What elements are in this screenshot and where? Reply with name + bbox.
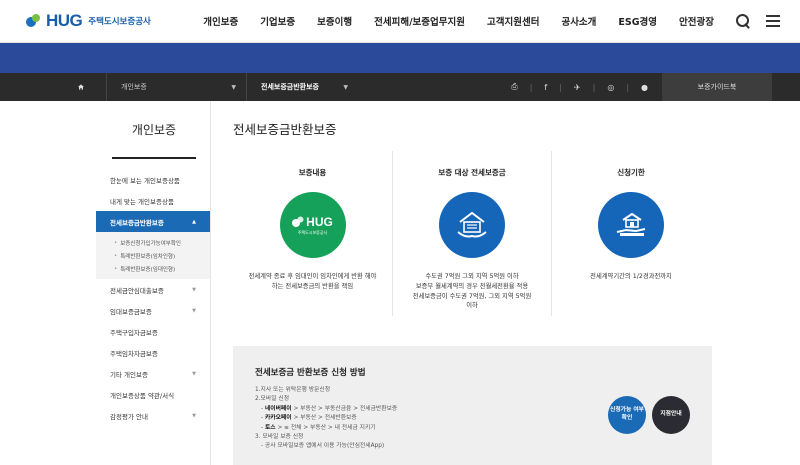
eligibility-check-button[interactable]: 신청가능 여부확인: [608, 396, 646, 434]
gnb-item[interactable]: 공사소개: [561, 14, 596, 28]
side-nav-label: 전세보증금반환보증: [110, 218, 164, 227]
side-nav-item[interactable]: 주택구입자금보증: [96, 321, 210, 342]
side-nav-subitem[interactable]: 특례반환보증(임차인형): [96, 249, 210, 262]
summary-column-desc: 전세계약 종료 후 임대인이 임차인에게 반환 해야 하는 전세보증금의 반환을…: [239, 272, 387, 292]
hug-logo-text: HUG: [306, 214, 333, 229]
side-nav-label: 주택임차자금보증: [110, 349, 158, 358]
desc-line: 수도권 7억원 그외 지역 5억원 이하: [425, 273, 519, 280]
chevron-down-icon: ▼: [192, 370, 196, 377]
top-banner: [0, 43, 800, 73]
step-bold: 네이버페이: [264, 405, 292, 412]
side-nav: 개인보증 한눈에 보는 개인보증상품 내게 맞는 개인보증상품 전세보증금반환보…: [96, 101, 211, 465]
gnb-item[interactable]: 기업보증: [260, 14, 295, 28]
caret-down-icon: ▼: [231, 83, 236, 91]
location-bar: 개인보증 ▼ 전세보증금반환보증 ▼ ⎙ | f | ✈ | ◎ | ● 보증가이드북: [0, 73, 800, 101]
side-nav-subitem[interactable]: 보증신청가입가능여부확인: [96, 236, 210, 249]
summary-column-title: 보증 대상 전세보증금: [438, 168, 506, 177]
instagram-icon[interactable]: ◎: [607, 83, 614, 92]
house-deposit-icon: [439, 192, 505, 258]
home-icon[interactable]: [28, 83, 84, 91]
summary-column-desc: 전세계약기간의 1/2경과전까지: [580, 272, 682, 282]
location-depth1[interactable]: 개인보증 ▼: [106, 73, 246, 101]
gnb-item[interactable]: 안전광장: [679, 14, 714, 28]
application-method-title: 전세보증금 반환보증 신청 방법: [255, 368, 366, 378]
side-nav-label: 전세금안심대출보증: [110, 286, 164, 295]
summary-column-title: 보증내용: [298, 168, 327, 177]
side-nav-item[interactable]: 임대보증금보증 ▼: [96, 300, 210, 321]
side-nav-submenu: 보증신청가입가능여부확인 특례반환보증(임차인형) 특례반환보증(임대인형): [96, 232, 210, 279]
desc-line: 하는 전세보증금의 반환을 책임: [271, 282, 354, 290]
step-line: 1.지사 또는 위탁은행 방문신청: [255, 387, 331, 393]
logo-mark-icon: [26, 14, 42, 28]
summary-column: 신청기한 전세계약기간의 1/2경과전까지: [551, 151, 710, 316]
side-nav-label: 내게 맞는 개인보증상품: [110, 197, 174, 206]
gnb-item[interactable]: 전세피해/보증업무지원: [374, 14, 465, 28]
desc-line: 보증부 월세계약의 경우 전월세전환율 적용: [415, 282, 529, 290]
hug-logo-icon: HUG 주택도시보증공사: [279, 192, 346, 258]
side-nav-item[interactable]: 기타 개인보증 ▼: [96, 363, 210, 384]
desc-line: 전세보증금이 수도권 7억원, 그외 지역 5억원: [412, 292, 532, 300]
facebook-icon[interactable]: f: [544, 83, 547, 92]
summary-column-title: 신청기한: [617, 168, 645, 177]
branch-info-button[interactable]: 지점안내: [652, 396, 690, 434]
gnb-item[interactable]: 개인보증: [203, 14, 238, 28]
hug-logo-subtext: 주택도시보증공사: [297, 229, 328, 235]
kakao-talk-icon[interactable]: ●: [641, 83, 648, 92]
side-nav-item[interactable]: 전세금안심대출보증 ▼: [96, 279, 210, 300]
side-nav-item[interactable]: 주택임차자금보증: [96, 342, 210, 363]
location-depth2[interactable]: 전세보증금반환보증 ▼: [246, 73, 358, 101]
side-nav-item[interactable]: 개인보증상품 약관/서식: [96, 384, 210, 405]
side-nav-subitem[interactable]: 특례반환보증(임대인형): [96, 262, 210, 275]
hug-logo[interactable]: HUG 주택도시보증공사: [26, 11, 173, 31]
side-nav-item-active[interactable]: 전세보증금반환보증 ▲: [96, 211, 210, 232]
summary-column: 보증 대상 전세보증금 수도권 7억원 그외 지역 5억원 이하 보증부 월세계…: [392, 151, 551, 316]
side-nav-label: 주택구입자금보증: [110, 328, 158, 337]
desc-line: 전세계약기간의 1/2경과전까지: [590, 273, 672, 280]
location-depth2-label: 전세보증금반환보증: [261, 83, 319, 91]
step-bold: 카카오페이: [264, 415, 292, 422]
twitter-icon[interactable]: ✈: [574, 83, 581, 92]
step-text: > 부동산 > 전세반환보증: [291, 415, 357, 422]
side-nav-label: 임대보증금보증: [110, 307, 152, 316]
gnb-item[interactable]: 보증이행: [317, 14, 352, 28]
step-line: 3. 모바일 보증 신청: [255, 433, 304, 440]
logo-brand: HUG: [46, 11, 83, 30]
print-icon[interactable]: ⎙: [511, 82, 517, 92]
site-header: HUG 주택도시보증공사 개인보증 기업보증 보증이행 전세피해/보증업무지원 …: [0, 0, 800, 43]
gnb-item[interactable]: ESG경영: [618, 14, 657, 28]
side-nav-label: 한눈에 보는 개인보증상품: [110, 176, 180, 185]
gnb-item[interactable]: 고객지원센터: [487, 14, 539, 28]
step-line: - 공사 모바일보증 앱에서 이용 가능(안심전세App): [261, 443, 385, 450]
guarantee-summary: 보증내용 HUG 주택도시보증공사 전세계약 종료 후 임대인이 임차인에게 반…: [233, 151, 800, 316]
chevron-up-icon: ▲: [192, 218, 196, 225]
chevron-down-icon: ▼: [192, 307, 196, 314]
search-icon[interactable]: [736, 14, 750, 28]
summary-column: 보증내용 HUG 주택도시보증공사 전세계약 종료 후 임대인이 임차인에게 반…: [233, 151, 392, 316]
chevron-down-icon: ▼: [192, 412, 196, 419]
side-nav-label: 기타 개인보증: [110, 370, 148, 379]
step-text: > 부동산 > 부동산금융 > 전세금반환보증: [291, 405, 398, 412]
desc-line: 전세계약 종료 후 임대인이 임차인에게 반환 해야: [248, 273, 377, 280]
global-nav: 개인보증 기업보증 보증이행 전세피해/보증업무지원 고객지원센터 공사소개 E…: [203, 14, 736, 28]
side-nav-item[interactable]: 한눈에 보는 개인보증상품: [96, 169, 210, 190]
hand-house-icon: [598, 192, 664, 258]
side-nav-item[interactable]: 내게 맞는 개인보증상품: [96, 190, 210, 211]
location-depth1-label: 개인보증: [121, 83, 147, 91]
side-nav-label: 개인보증상품 약관/서식: [110, 391, 175, 400]
side-nav-item[interactable]: 감정평가 안내 ▼: [96, 405, 210, 426]
page-title: 전세보증금반환보증: [233, 122, 337, 137]
caret-down-icon: ▼: [343, 83, 348, 91]
side-nav-title: 개인보증: [112, 101, 196, 159]
application-method-box: 전세보증금 반환보증 신청 방법 1.지사 또는 위탁은행 방문신청 2.모바일…: [233, 346, 712, 465]
desc-line: 이하: [466, 302, 478, 310]
chevron-down-icon: ▼: [192, 286, 196, 293]
step-bold: 토스: [264, 424, 276, 431]
logo-org: 주택도시보증공사: [88, 17, 151, 27]
guidebook-button[interactable]: 보증가이드북: [662, 73, 772, 101]
side-nav-label: 감정평가 안내: [110, 412, 148, 421]
menu-icon[interactable]: [766, 15, 780, 27]
step-text: > ≡ 전체 > 부동산 > 내 전세금 지키기: [275, 424, 376, 431]
summary-column-desc: 수도권 7억원 그외 지역 5억원 이하 보증부 월세계약의 경우 전월세전환율…: [403, 272, 542, 311]
